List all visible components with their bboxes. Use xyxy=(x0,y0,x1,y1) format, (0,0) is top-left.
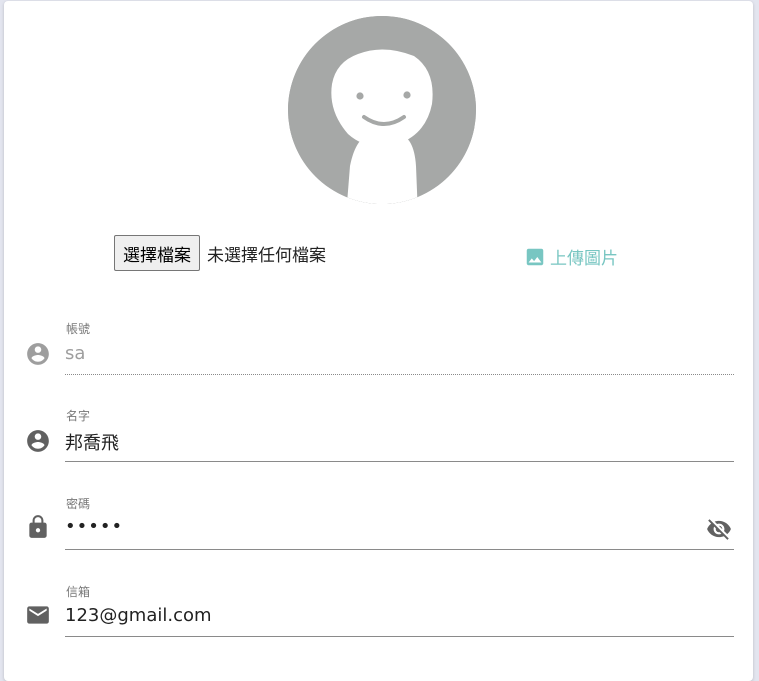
account-circle-icon xyxy=(27,430,49,452)
profile-card: 選擇檔案 未選擇任何檔案 上傳圖片 帳號 sa 名字 邦喬飛 密碼 ••••• xyxy=(4,1,753,681)
email-input[interactable]: 123@gmail.com xyxy=(65,605,212,626)
choose-file-button[interactable]: 選擇檔案 xyxy=(114,235,200,271)
name-label: 名字 xyxy=(66,409,91,423)
account-input: sa xyxy=(65,343,86,364)
account-circle-icon xyxy=(27,343,49,365)
file-input[interactable]: 選擇檔案 未選擇任何檔案 xyxy=(114,234,326,272)
upload-image-button[interactable]: 上傳圖片 xyxy=(524,244,618,269)
image-icon xyxy=(526,248,544,265)
account-field: 帳號 sa xyxy=(4,311,753,391)
name-field[interactable]: 名字 邦喬飛 xyxy=(4,398,753,478)
password-label: 密碼 xyxy=(66,497,91,511)
name-underline xyxy=(65,461,734,462)
password-field[interactable]: 密碼 ••••• xyxy=(4,486,753,566)
password-underline xyxy=(65,549,734,550)
avatar xyxy=(288,16,476,204)
email-field[interactable]: 信箱 123@gmail.com xyxy=(4,574,753,654)
avatar-placeholder-icon xyxy=(288,16,476,204)
lock-icon xyxy=(29,515,47,538)
upload-image-label: 上傳圖片 xyxy=(550,249,618,269)
password-input[interactable]: ••••• xyxy=(65,516,123,537)
visibility-off-icon[interactable] xyxy=(704,516,734,542)
name-input[interactable]: 邦喬飛 xyxy=(65,429,119,455)
email-label: 信箱 xyxy=(66,585,91,599)
email-underline xyxy=(65,636,734,637)
account-label: 帳號 xyxy=(66,322,91,336)
account-underline xyxy=(65,374,734,375)
email-icon xyxy=(27,606,49,624)
file-status-text: 未選擇任何檔案 xyxy=(207,245,326,266)
